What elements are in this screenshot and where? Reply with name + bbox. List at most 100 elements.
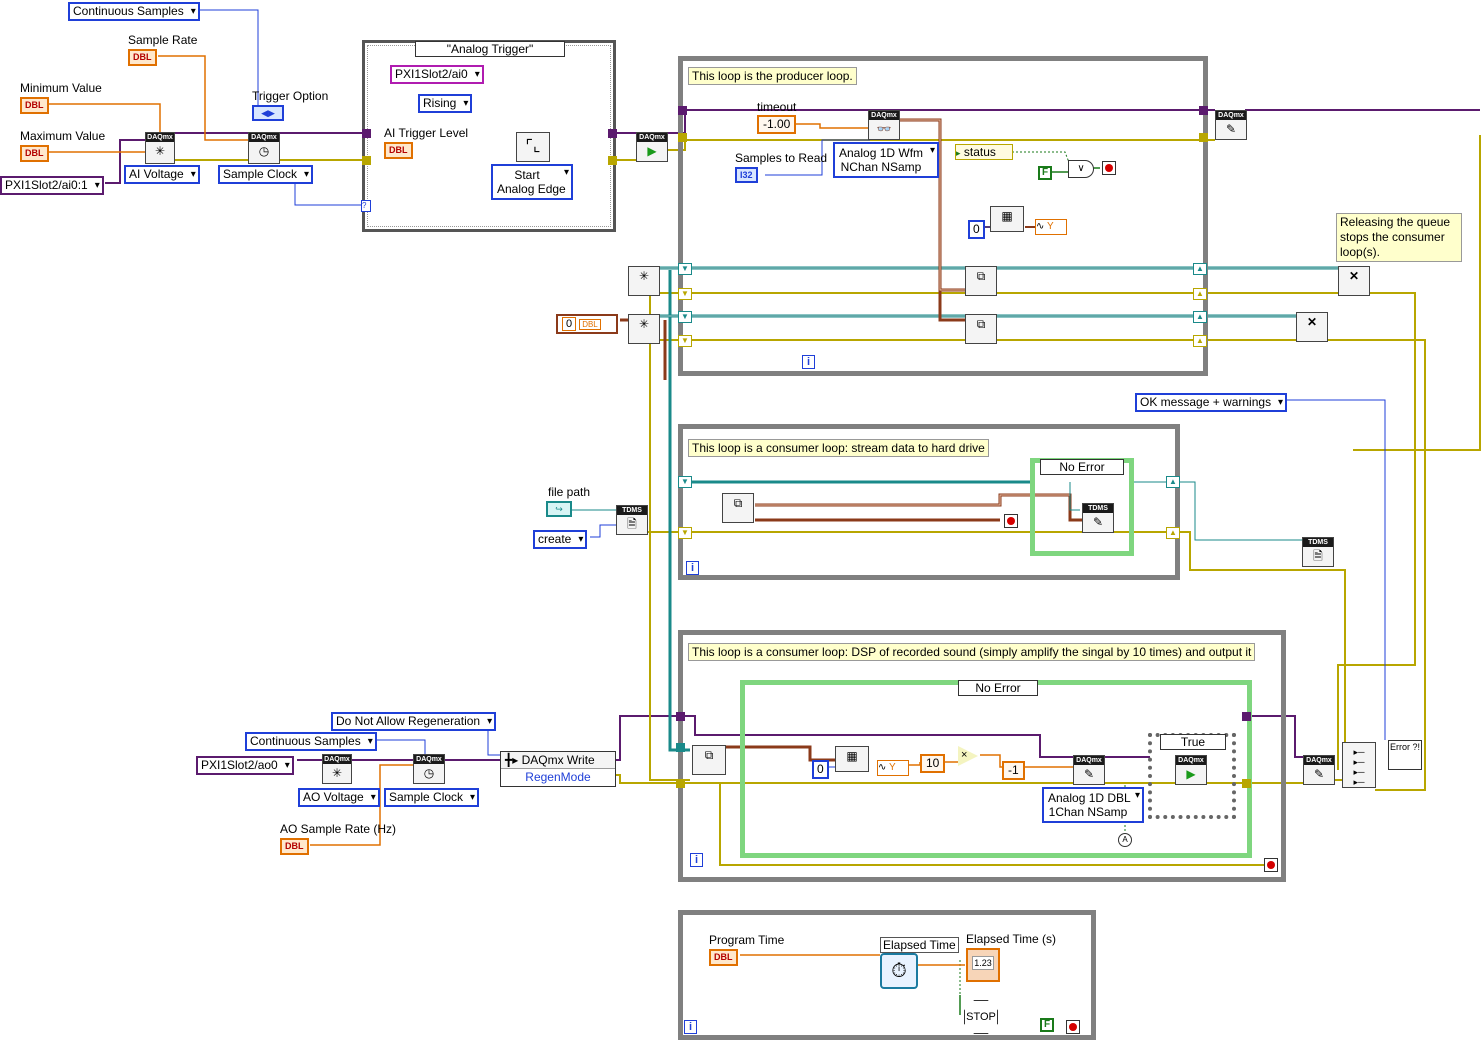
analog-edge-icon: ⌜⌞	[525, 138, 541, 155]
write-type-line1: Analog 1D DBL	[1048, 791, 1131, 805]
dequeue-element-vi[interactable]: ⧉	[692, 745, 726, 775]
daqmx-write-property-node[interactable]: ╋▸ DAQmx Write RegenMode	[500, 751, 616, 787]
trigger-option-control[interactable]: ◀▶	[252, 105, 284, 121]
timer-false-constant[interactable]: F	[1040, 1018, 1054, 1032]
queue-element-constant[interactable]: 0 DBL	[556, 314, 618, 334]
queue-shift-register: ▲	[1193, 335, 1207, 347]
merge-errors-function[interactable]: ▸─ ▸─ ▸─ ▸─	[1342, 742, 1376, 788]
read-type-selector[interactable]: Analog 1D Wfm NChan NSamp	[833, 142, 939, 178]
file-icon: 🗎	[1313, 549, 1323, 563]
physical-channel-constant[interactable]: PXI1Slot2/ai0:1	[0, 176, 104, 195]
ao-sample-rate-label: AO Sample Rate (Hz)	[280, 822, 397, 836]
release-queue-vi[interactable]: ✕	[1338, 266, 1370, 296]
daqmx-create-channel-vi[interactable]: DAQmx ✳	[145, 132, 175, 164]
start-analog-edge-selector[interactable]: Start Analog Edge	[491, 164, 573, 200]
ao-sample-clock-selector[interactable]: Sample Clock	[384, 788, 480, 807]
maximum-value-control[interactable]: DBL	[20, 145, 49, 162]
program-time-control[interactable]: DBL	[709, 949, 738, 966]
daqmx-timing-vi[interactable]: DAQmx ◷	[248, 132, 280, 164]
dsp-index-array-function[interactable]: ▦	[835, 746, 869, 772]
auto-start-terminal: A	[1118, 833, 1132, 847]
sample-rate-control[interactable]: DBL	[128, 49, 157, 66]
indicator-value: 1.23	[972, 956, 994, 970]
tdms-close-vi[interactable]: TDMS 🗎	[1302, 537, 1334, 567]
dsp-index-zero-constant[interactable]: 0	[812, 760, 829, 779]
or-function[interactable]: ∨	[1068, 160, 1094, 178]
no-error-case-selector[interactable]: No Error	[1040, 459, 1124, 475]
daqmx-write-node-title: DAQmx Write	[521, 753, 595, 767]
write-icon: ✎	[1083, 767, 1095, 781]
case-selector-terminal: ?	[361, 200, 371, 212]
tdms-open-vi[interactable]: TDMS 🗎	[616, 505, 648, 535]
regeneration-mode-enum[interactable]: Do Not Allow Regeneration	[331, 712, 497, 731]
producer-stop-terminal[interactable]	[1102, 161, 1116, 175]
timer-stop-terminal[interactable]	[1066, 1020, 1080, 1034]
ao-continuous-samples-enum[interactable]: Continuous Samples	[245, 732, 377, 751]
obtain-queue-vi[interactable]: ✳	[628, 314, 660, 344]
daqmx-write-vi[interactable]: DAQmx ✎	[1073, 755, 1105, 785]
continuous-samples-enum[interactable]: Continuous Samples	[68, 2, 200, 21]
enqueue-element-vi[interactable]: ⧉	[965, 314, 997, 344]
daqmx-start-ao-vi[interactable]: DAQmx ▶	[1175, 755, 1207, 785]
create-channel-icon: ✳	[331, 766, 343, 780]
queue-shift-register: ▼	[678, 335, 692, 347]
enqueue-element-vi[interactable]: ⧉	[965, 266, 997, 296]
release-queue-vi[interactable]: ✕	[1296, 312, 1328, 342]
ao-physical-channel-constant[interactable]: PXI1Slot2/ao0	[196, 756, 294, 775]
index-array-function[interactable]: ▦	[990, 206, 1024, 232]
simple-error-handler-vi[interactable]: Error ?!	[1388, 740, 1422, 770]
pencil-icon: ✎	[1092, 515, 1104, 529]
tdms-operation-enum[interactable]: create	[533, 530, 588, 549]
consumer-stream-stop-terminal[interactable]	[1004, 514, 1018, 528]
file-path-control[interactable]: ↪	[546, 501, 572, 517]
eraser-icon: ✎	[1225, 122, 1237, 136]
timer-iteration-terminal: i	[684, 1020, 697, 1034]
maximum-value-label: Maximum Value	[20, 129, 106, 143]
tdms-write-vi[interactable]: TDMS ✎	[1082, 503, 1114, 533]
ok-message-warnings-enum[interactable]: OK message + warnings	[1135, 393, 1288, 412]
neg-one-constant[interactable]: -1	[1002, 761, 1025, 780]
sample-clock-selector[interactable]: Sample Clock	[218, 165, 314, 184]
ai-trigger-level-control[interactable]: DBL	[384, 142, 413, 159]
glasses-icon: 👓	[876, 122, 892, 136]
tdms-header: TDMS	[617, 506, 647, 515]
ao-voltage-selector[interactable]: AO Voltage	[298, 788, 380, 807]
trigger-case-selector[interactable]: "Analog Trigger"	[415, 41, 565, 57]
daqmx-clear-task-vi[interactable]: DAQmx ✎	[1215, 110, 1247, 140]
samples-to-read-control[interactable]: I32	[735, 167, 758, 183]
index-array-icon: ▦	[846, 749, 858, 763]
tdms-header: TDMS	[1303, 538, 1333, 547]
gain-ten-constant[interactable]: 10	[920, 754, 946, 773]
dsp-no-error-case-selector[interactable]: No Error	[958, 680, 1038, 696]
index-zero-constant[interactable]: 0	[968, 220, 985, 239]
daqmx-create-ao-channel-vi[interactable]: DAQmx ✳	[322, 754, 352, 784]
dequeue-element-vi[interactable]: ⧉	[722, 493, 754, 523]
daqmx-clear-ao-task-vi[interactable]: DAQmx ✎	[1303, 755, 1335, 785]
daqmx-read-vi[interactable]: DAQmx 👓	[868, 110, 900, 140]
multiply-icon: ×	[961, 749, 968, 761]
true-case-selector[interactable]: True	[1160, 734, 1226, 750]
daqmx-header: DAQmx	[1074, 756, 1104, 765]
consumer-dsp-stop-terminal[interactable]	[1264, 858, 1278, 872]
queue-shift-register: ▲	[1193, 311, 1207, 323]
timeout-constant[interactable]: -1.00	[757, 115, 797, 134]
daqmx-ao-timing-vi[interactable]: DAQmx ◷	[413, 754, 445, 784]
daqmx-start-task-vi[interactable]: DAQmx ▶	[636, 132, 668, 162]
ai-voltage-selector[interactable]: AI Voltage	[124, 165, 200, 184]
queue-shift-register: ▲	[1193, 263, 1207, 275]
status-unbundle[interactable]: ▸ status	[955, 144, 1013, 160]
daqmx-trigger-vi[interactable]: ⌜⌞	[516, 132, 550, 162]
trigger-slope-enum[interactable]: Rising	[418, 94, 473, 113]
false-constant[interactable]: F	[1038, 166, 1052, 180]
elapsed-time-express-vi[interactable]: ⏱	[880, 953, 918, 989]
queue-shift-register: ▲	[1193, 288, 1207, 300]
write-type-selector[interactable]: Analog 1D DBL 1Chan NSamp	[1042, 787, 1144, 823]
daqmx-header: DAQmx	[146, 133, 174, 142]
obtain-queue-vi[interactable]: ✳	[628, 266, 660, 296]
queue-shift-register: ▼	[678, 263, 692, 275]
trigger-source-constant[interactable]: PXI1Slot2/ai0	[390, 65, 484, 84]
ao-sample-rate-control[interactable]: DBL	[280, 838, 309, 855]
minimum-value-control[interactable]: DBL	[20, 97, 49, 114]
dsp-waveform-y-node: ∿ Y	[877, 760, 909, 776]
samples-to-read-label: Samples to Read	[735, 151, 828, 165]
